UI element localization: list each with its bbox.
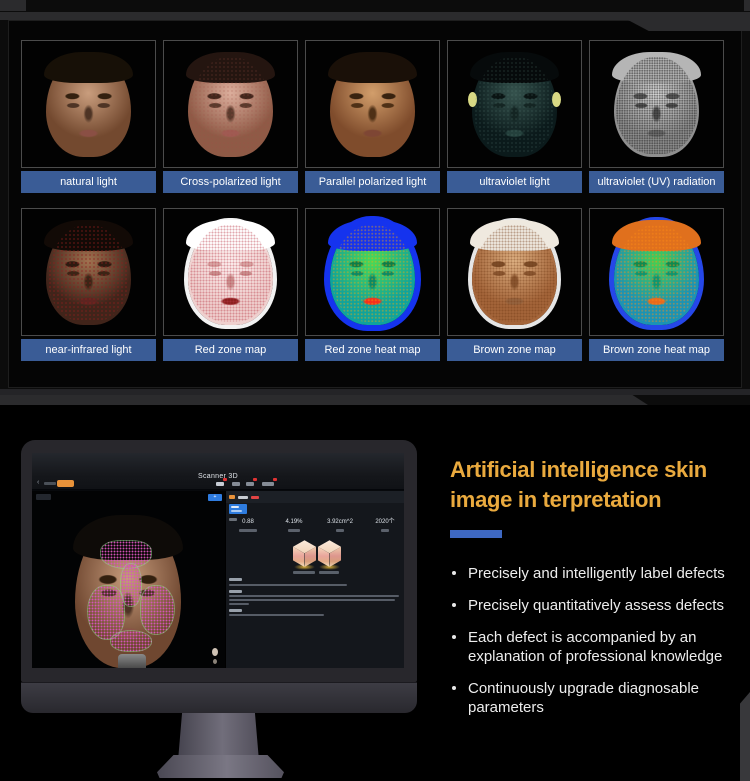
- notification-badge: [253, 478, 257, 481]
- face-image-ultraviolet: [447, 40, 582, 168]
- face-caption: natural light: [21, 171, 156, 193]
- promo-graphic: natural light Cross-polarized light Para…: [0, 0, 750, 781]
- face-card-uv-radiation: ultraviolet (UV) radiation: [589, 40, 724, 193]
- corner-decoration: [740, 692, 750, 781]
- section-text: [229, 614, 324, 616]
- cube-caption: [319, 571, 339, 574]
- face-image-brown-zone-map: [447, 208, 582, 336]
- monitor-bezel: Scanner 3D ‹ + 0.88 4.19% 3.92cm^2 2020个: [21, 440, 417, 682]
- face-card-parallel-polarized: Parallel polarized light: [305, 40, 440, 193]
- face-image-red-zone-heat-map: [305, 208, 440, 336]
- tab-item: [232, 482, 240, 486]
- face-card-brown-zone-heat-map: Brown zone heat map: [589, 208, 724, 361]
- face-card-brown-zone-map: Brown zone map: [447, 208, 582, 361]
- heading-underline: [450, 530, 502, 538]
- face-caption: ultraviolet (UV) radiation: [589, 171, 724, 193]
- stat-score: 0.88: [230, 518, 266, 532]
- stat-percentage: 4.19%: [276, 518, 312, 532]
- section-text: [229, 599, 395, 601]
- section-text: [229, 595, 399, 597]
- app-topbar: Scanner 3D ‹: [32, 453, 404, 490]
- feature-item: Precisely quantitatively assess defects: [450, 596, 742, 615]
- model-pedestal: [118, 654, 146, 668]
- face-caption: Cross-polarized light: [163, 171, 298, 193]
- face-3d-viewport: +: [32, 491, 225, 668]
- face-caption: ultraviolet light: [447, 171, 582, 193]
- tab-item: [246, 482, 254, 486]
- feature-item: Precisely and intelligently label defect…: [450, 564, 742, 583]
- tab-item: [216, 482, 224, 486]
- analysis-panel: 0.88 4.19% 3.92cm^2 2020个: [225, 491, 404, 668]
- section-heading: [229, 578, 242, 581]
- feature-item: Continuously upgrade diagnosable paramet…: [450, 679, 742, 717]
- cube-caption: [293, 571, 315, 574]
- notification-badge: [273, 478, 277, 481]
- app-title: Scanner 3D: [198, 473, 238, 480]
- report-icon: [229, 495, 235, 499]
- face-image-near-infrared: [21, 208, 156, 336]
- showcase-section: Scanner 3D ‹ + 0.88 4.19% 3.92cm^2 2020个…: [0, 405, 750, 781]
- face-caption: Brown zone heat map: [589, 339, 724, 361]
- face-caption: Red zone heat map: [305, 339, 440, 361]
- face-image-brown-zone-heat-map: [589, 208, 724, 336]
- avatar: [212, 648, 218, 656]
- face-caption: Brown zone map: [447, 339, 582, 361]
- analysis-panel-header: [226, 491, 404, 503]
- chevron-left-icon: ‹: [37, 479, 40, 486]
- monitor-stand-neck: [178, 713, 259, 761]
- feature-item: Each defect is accompanied by an explana…: [450, 628, 742, 666]
- orange-action-button: [57, 480, 74, 487]
- header-text: [238, 495, 248, 499]
- selected-filter-button: [229, 504, 247, 514]
- face-card-natural-light: natural light: [21, 40, 156, 193]
- stat-area: 3.92cm^2: [322, 518, 358, 532]
- avatar: [213, 659, 217, 664]
- skin-layer-cube: [318, 540, 341, 570]
- monitor-stand-foot: [157, 755, 284, 778]
- viewport-mode-chip: [36, 494, 51, 500]
- face-card-cross-polarized: Cross-polarized light: [163, 40, 298, 193]
- notification-badge: [223, 478, 227, 481]
- stat-count: 2020个: [367, 518, 403, 532]
- face-image-uv-radiation: [589, 40, 724, 168]
- section-heading: Artificial intelligence skin image in ter…: [450, 457, 707, 512]
- monitor-chin: [21, 682, 417, 713]
- face-image-cross-polarized: [163, 40, 298, 168]
- feature-copy: Artificial intelligence skin image in ter…: [450, 455, 742, 730]
- face-caption: Red zone map: [163, 339, 298, 361]
- corner-decoration: [744, 0, 750, 11]
- header-text-alert: [251, 495, 259, 499]
- tab-item: [262, 482, 274, 486]
- face-card-ultraviolet: ultraviolet light: [447, 40, 582, 193]
- face-card-red-zone-map: Red zone map: [163, 208, 298, 361]
- bottom-divider-band: [0, 389, 750, 395]
- section-text: [229, 603, 249, 605]
- section-heading: [229, 609, 242, 612]
- corner-decoration: [0, 0, 26, 11]
- face-card-red-zone-heat-map: Red zone heat map: [305, 208, 440, 361]
- viewport-action-chip: +: [208, 494, 222, 501]
- face-caption: Parallel polarized light: [305, 171, 440, 193]
- top-divider-notch: [628, 12, 750, 31]
- software-screen: Scanner 3D ‹ + 0.88 4.19% 3.92cm^2 2020个: [32, 453, 404, 668]
- skin-layer-cube: [293, 540, 316, 570]
- light-modes-panel: natural light Cross-polarized light Para…: [8, 20, 742, 388]
- section-heading: [229, 590, 242, 593]
- face-grid: natural light Cross-polarized light Para…: [21, 40, 724, 361]
- face-image-parallel-polarized: [305, 40, 440, 168]
- bottom-divider-notch: [0, 395, 648, 405]
- face-caption: near-infrared light: [21, 339, 156, 361]
- toolbar-text: [44, 482, 56, 485]
- face-image-natural-light: [21, 40, 156, 168]
- section-text: [229, 584, 347, 586]
- feature-list: Precisely and intelligently label defect…: [450, 564, 742, 717]
- face-card-near-infrared: near-infrared light: [21, 208, 156, 361]
- defect-patch-chin: [110, 630, 152, 652]
- face-image-red-zone-map: [163, 208, 298, 336]
